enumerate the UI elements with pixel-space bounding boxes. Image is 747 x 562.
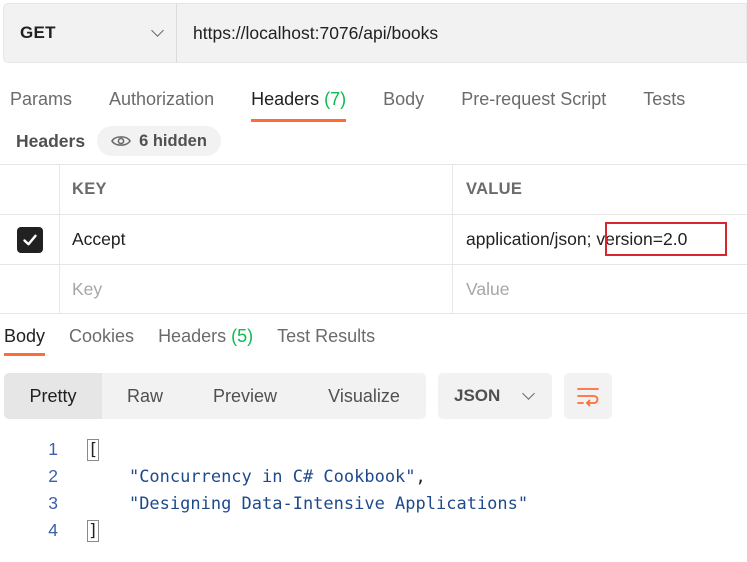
checkbox-column-header — [0, 165, 60, 214]
code-line: 3 "Designing Data-Intensive Applications… — [0, 490, 747, 517]
headers-title: Headers — [16, 130, 86, 151]
wrap-lines-icon — [577, 388, 599, 407]
line-number: 4 — [48, 520, 58, 540]
json-string: "Designing Data-Intensive Applications" — [128, 493, 529, 514]
line-number: 3 — [48, 493, 58, 513]
tab-headers-count: (7) — [324, 89, 347, 109]
response-body-code[interactable]: 1 [ 2 "Concurrency in C# Cookbook", 3 "D… — [0, 436, 747, 544]
line-number: 1 — [48, 439, 58, 459]
new-value-input[interactable]: Value — [453, 265, 747, 313]
close-bracket: ] — [86, 519, 100, 542]
tab-body[interactable]: Body — [383, 86, 424, 122]
key-column-header: KEY — [60, 165, 453, 214]
highlight-box — [605, 222, 727, 256]
tab-authorization[interactable]: Authorization — [109, 86, 214, 122]
response-tab-headers[interactable]: Headers (5) — [158, 322, 253, 356]
view-visualize-button[interactable]: Visualize — [302, 373, 426, 419]
format-select[interactable]: JSON — [438, 373, 552, 419]
value-column-header: VALUE — [466, 180, 523, 198]
response-tab-headers-count: (5) — [231, 326, 254, 346]
open-bracket: [ — [86, 438, 100, 461]
row-checkbox[interactable] — [16, 226, 43, 253]
row-checkbox-cell — [0, 215, 60, 264]
view-raw-button[interactable]: Raw — [102, 373, 188, 419]
response-tab-test-results[interactable]: Test Results — [277, 322, 375, 356]
new-key-input[interactable]: Key — [60, 265, 453, 313]
hidden-headers-label: 6 hidden — [139, 131, 207, 150]
check-icon — [22, 234, 37, 245]
code-line: 2 "Concurrency in C# Cookbook", — [0, 463, 747, 490]
response-tab-body[interactable]: Body — [4, 322, 46, 356]
tab-pre-request-script[interactable]: Pre-request Script — [461, 86, 606, 122]
url-input[interactable]: https://localhost:7076/api/books — [176, 3, 747, 63]
view-preview-button[interactable]: Preview — [188, 373, 302, 419]
table-row: Accept application/json; version=2.0 — [0, 214, 747, 264]
view-pretty-button[interactable]: Pretty — [4, 373, 102, 419]
eye-icon — [111, 136, 131, 146]
code-text: [ — [58, 438, 100, 461]
hidden-headers-toggle[interactable]: 6 hidden — [97, 126, 221, 156]
header-key-input[interactable]: Accept — [60, 215, 453, 264]
code-text: ] — [58, 519, 100, 542]
line-number: 2 — [48, 466, 58, 486]
json-string: "Concurrency in C# Cookbook" — [128, 466, 416, 487]
tab-tests[interactable]: Tests — [643, 86, 685, 122]
empty-checkbox-cell — [0, 265, 60, 313]
chevron-down-icon — [151, 24, 164, 37]
method-select[interactable]: GET — [3, 3, 176, 63]
json-comma: , — [415, 466, 426, 487]
tab-params[interactable]: Params — [10, 86, 72, 122]
header-value-part1: application/json; — [466, 229, 592, 249]
code-line: 4 ] — [0, 517, 747, 544]
response-tabs: Body Cookies Headers (5) Test Results — [4, 322, 399, 356]
header-value-input[interactable]: application/json; version=2.0 — [453, 215, 747, 264]
table-row-empty: Key Value — [0, 264, 747, 314]
request-bar: GET https://localhost:7076/api/books — [3, 3, 747, 63]
chevron-down-icon — [522, 387, 536, 400]
tab-headers-label: Headers — [251, 89, 320, 109]
tab-headers[interactable]: Headers (7) — [251, 86, 347, 122]
table-header-row: KEY VALUE — [0, 164, 747, 214]
headers-subbar: Headers 6 hidden — [16, 126, 221, 156]
code-line: 1 [ — [0, 436, 747, 463]
request-tabs: Params Authorization Headers (7) Body Pr… — [10, 86, 685, 126]
view-mode-toolbar: Pretty Raw Preview Visualize — [4, 373, 426, 419]
response-tab-cookies[interactable]: Cookies — [69, 322, 134, 356]
wrap-lines-button[interactable] — [564, 373, 612, 419]
code-text: "Designing Data-Intensive Applications" — [58, 494, 528, 514]
format-label: JSON — [454, 386, 501, 405]
code-text: "Concurrency in C# Cookbook", — [58, 467, 426, 487]
response-tab-headers-label: Headers — [158, 326, 227, 346]
method-label: GET — [20, 23, 56, 42]
headers-table: KEY VALUE Accept application/json; versi… — [0, 164, 747, 314]
